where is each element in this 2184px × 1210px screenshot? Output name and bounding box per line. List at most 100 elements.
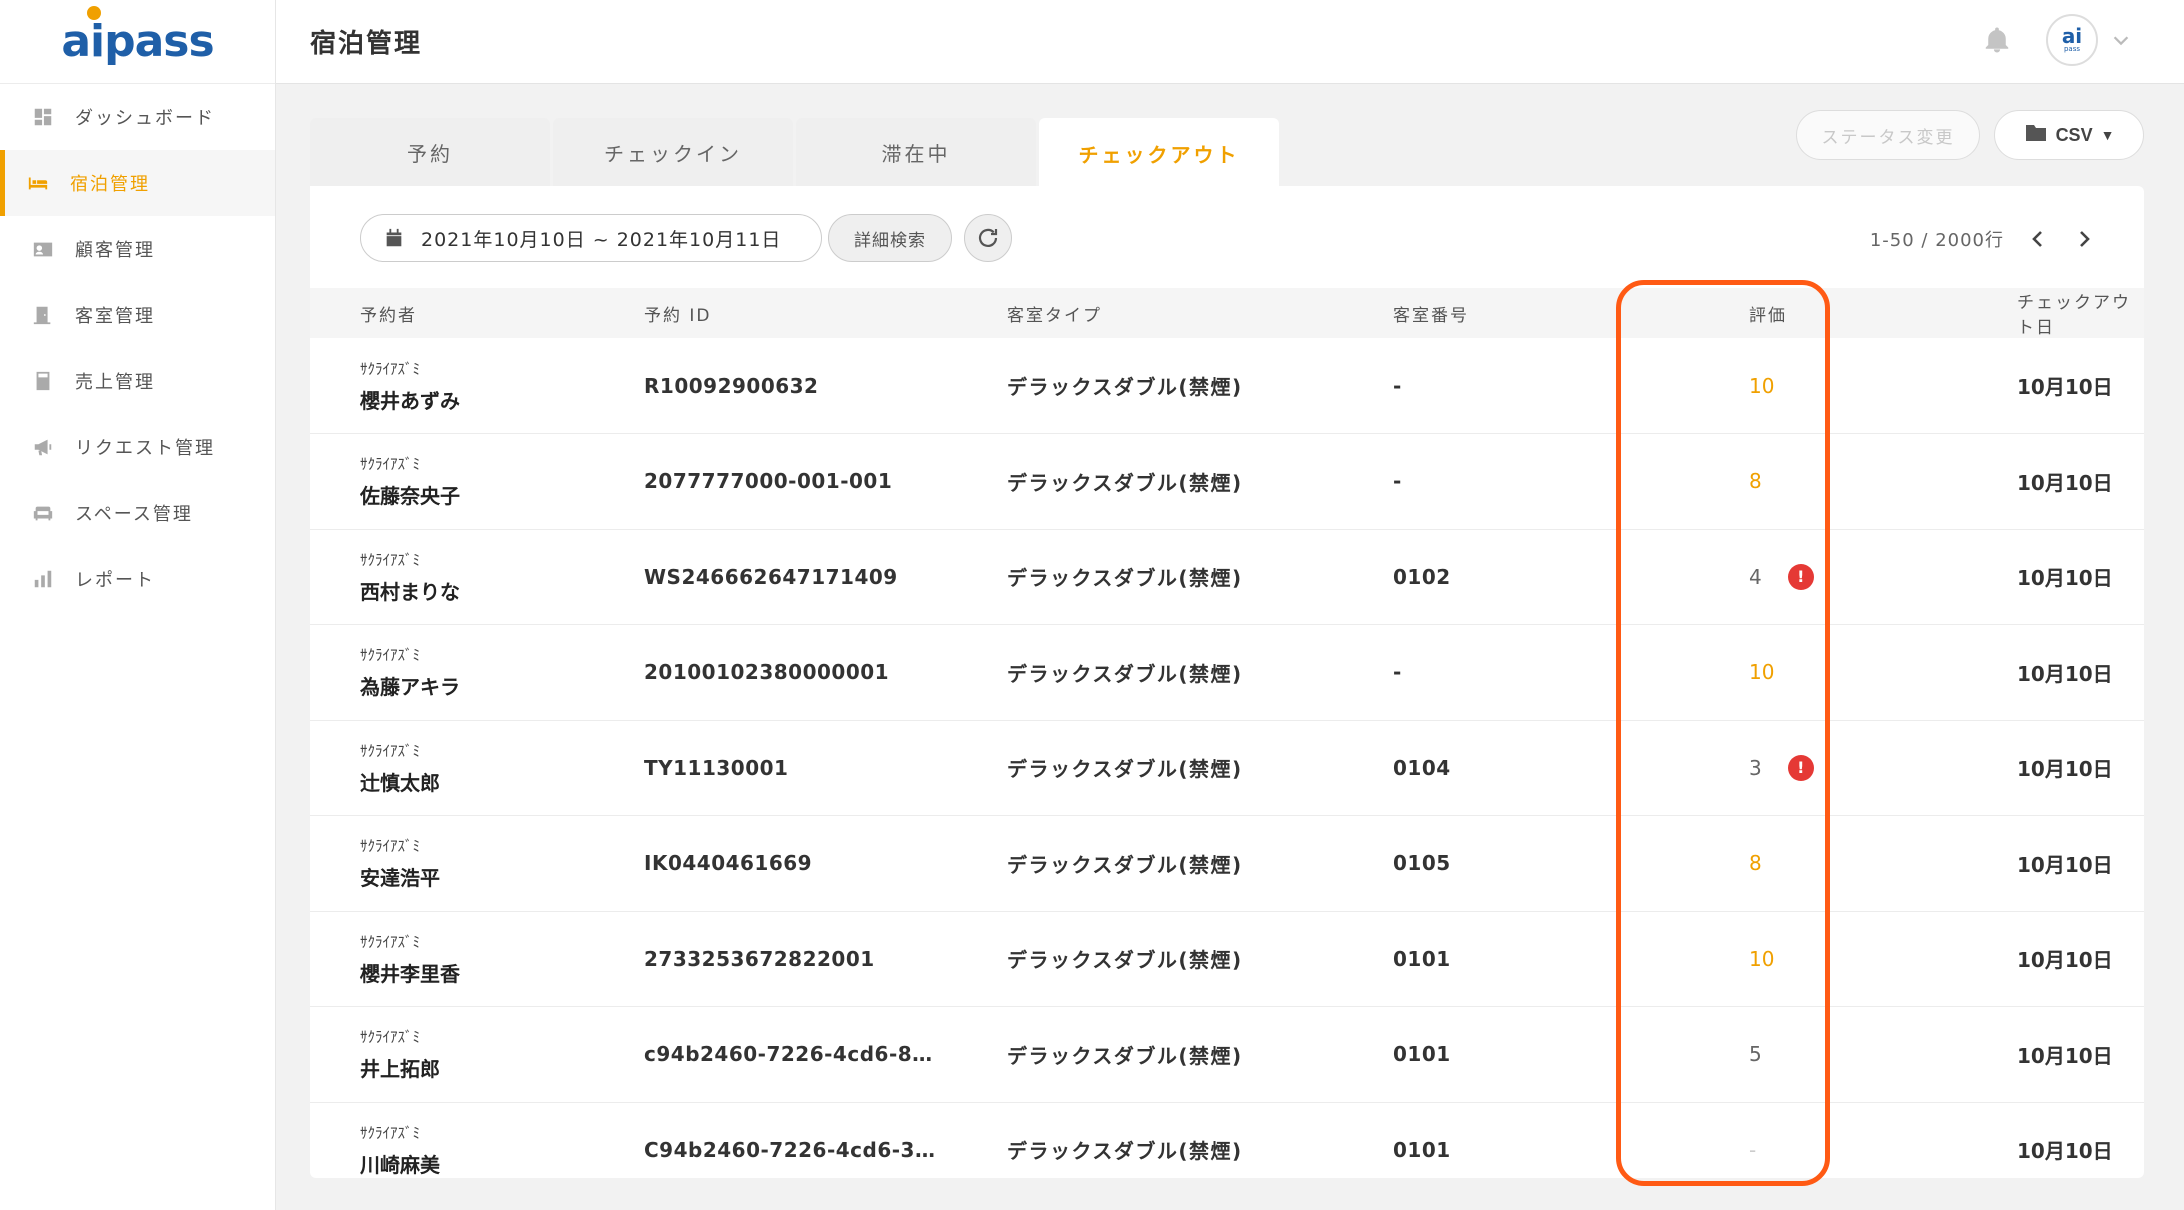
rating-value: 8 [1749,469,1762,494]
column-header-rating[interactable]: 評価 [1663,288,1933,338]
sidebar-item-label: 客室管理 [75,306,155,327]
room-number-cell: 0101 [1393,946,1451,971]
room-type-cell: デラックスダブル(禁煙) [1007,661,1243,686]
rating-cell: 4! [1663,529,1933,625]
pager-text: 1-50 / 2000行 [1869,230,2004,251]
sidebar: aipass ダッシュボード宿泊管理顧客管理客室管理売上管理 リクエスト管理 スペー… [0,0,276,1210]
room-type-cell: デラックスダブル(禁煙) [1007,757,1243,782]
tab-2[interactable]: 滞在中 [796,118,1036,186]
detail-search-button[interactable]: 詳細検索 [828,214,952,262]
guest-kana: ｻｸﾗｲｱｽﾞﾐ [360,932,421,951]
column-header-room-number[interactable]: 客室番号 [1393,288,1663,338]
checkout-date-cell: 10月10日 [2017,470,2113,495]
top-header: 宿泊管理 ai pass [276,0,2184,84]
column-header-guest[interactable]: 予約者 [310,288,644,338]
page-title: 宿泊管理 [310,29,423,59]
customer-card-icon [31,238,55,260]
table-row[interactable]: ｻｸﾗｲｱｽﾞﾐ 川崎麻美 C94b2460-7226-4cd6-3… デラックスダブ… [310,1102,2144,1178]
table-header-row: 予約者 予約 ID 客室タイプ 客室番号 評価 チェックアウト日 [310,288,2144,338]
column-header-checkout-date[interactable]: チェックアウト日 [1933,288,2144,338]
sidebar-item-3[interactable]: 客室管理 [0,282,275,348]
column-header-reservation-id[interactable]: 予約 ID [644,288,1007,338]
rating-cell: 8 [1663,816,1933,912]
guest-kana: ｻｸﾗｲｱｽﾞﾐ [360,837,421,856]
door-icon [31,304,55,326]
tab-3[interactable]: チェックアウト [1039,118,1279,188]
guest-kana: ｻｸﾗｲｱｽﾞﾐ [360,646,421,665]
reservation-id-cell: TY11130001 [644,755,789,780]
tab-1[interactable]: チェックイン [553,118,793,186]
bar-chart-icon [31,568,55,590]
avatar[interactable]: ai pass [2046,14,2098,66]
checkout-date-cell: 10月10日 [2017,757,2113,782]
sidebar-item-label: レポート [75,570,155,591]
reservation-id-cell: C94b2460-7226-4cd6-3… [644,1137,936,1162]
table-row[interactable]: ｻｸﾗｲｱｽﾞﾐ 佐藤奈央子 2077777000-001-001 デラックスダブル(… [310,434,2144,530]
rating-cell: 10 [1663,911,1933,1007]
table-row[interactable]: ｻｸﾗｲｱｽﾞﾐ 安達浩平 IK0440461669 デラックスダブル(禁煙) 0105… [310,816,2144,912]
sidebar-item-4[interactable]: 売上管理 [0,348,275,414]
room-number-cell: 0101 [1393,1137,1451,1162]
folder-icon [2024,123,2048,148]
chevron-left-icon[interactable] [2026,227,2050,251]
sidebar-item-5[interactable]: リクエスト管理 [0,414,275,480]
chevron-down-icon[interactable] [2110,29,2132,51]
rating-value: 4! [1749,563,1814,590]
table-row[interactable]: ｻｸﾗｲｱｽﾞﾐ 櫻井あずみ R10092900632 デラックスダブル(禁煙) - 10… [310,338,2144,434]
room-number-cell: - [1393,660,1402,685]
table-row[interactable]: ｻｸﾗｲｱｽﾞﾐ 辻慎太郎 TY11130001 デラックスダブル(禁煙) 0104 3!… [310,720,2144,816]
guest-name: 佐藤奈央子 [360,484,460,509]
room-number-cell: 0101 [1393,1042,1451,1067]
tab-0[interactable]: 予約 [310,118,550,186]
guest-name: 川崎麻美 [360,1152,440,1177]
room-number-cell: 0104 [1393,755,1451,780]
rating-cell: - [1663,1102,1933,1178]
logo[interactable]: aipass [0,0,275,84]
reservation-id-cell: IK0440461669 [644,851,813,876]
sidebar-nav: ダッシュボード宿泊管理顧客管理客室管理売上管理 リクエスト管理 スペース管理レポート [0,84,275,612]
rating-cell: 10 [1663,338,1933,434]
calendar-icon [383,227,405,249]
date-range-button[interactable]: 2021年10月10日 ~ 2021年10月11日 [360,214,822,262]
sidebar-item-label: 宿泊管理 [70,174,150,195]
avatar-text: ai [2061,24,2083,48]
guest-name: 櫻井李里香 [360,961,460,986]
sidebar-item-label: ダッシュボード [75,108,215,129]
rating-value: 5 [1749,1042,1762,1067]
checkout-date-cell: 10月10日 [2017,375,2113,399]
guest-kana: ｻｸﾗｲｱｽﾞﾐ [360,1028,421,1047]
sofa-icon [31,502,55,524]
reservation-table: 予約者 予約 ID 客室タイプ 客室番号 評価 チェックアウト日 ｻｸﾗｲｱｽﾞ… [310,288,2144,1178]
sidebar-item-2[interactable]: 顧客管理 [0,216,275,282]
chevron-right-icon[interactable] [2072,227,2096,251]
refresh-button[interactable] [964,214,1012,262]
status-change-button[interactable]: ステータス変更 [1796,110,1980,160]
guest-name: 櫻井あずみ [360,388,460,413]
csv-button[interactable]: CSV ▼ [1994,110,2144,160]
refresh-icon [978,228,998,247]
guest-cell: ｻｸﾗｲｱｽﾞﾐ 佐藤奈央子 [310,434,644,530]
pagination: 1-50 / 2000行 [1870,226,2096,252]
guest-name: 辻慎太郎 [360,770,440,795]
guest-cell: ｻｸﾗｲｱｽﾞﾐ 川崎麻美 [310,1102,644,1178]
status-tabs: 予約 チェックイン 滞在中 チェックアウト [310,118,1282,188]
dashboard-icon [31,106,55,128]
csv-label: CSV [2055,124,2093,145]
guest-kana: ｻｸﾗｲｱｽﾞﾐ [360,1123,421,1142]
sidebar-item-6[interactable]: スペース管理 [0,480,275,546]
rating-value: 10 [1749,373,1775,398]
column-header-room-type[interactable]: 客室タイプ [1007,288,1393,338]
table-row[interactable]: ｻｸﾗｲｱｽﾞﾐ 井上拓郎 c94b2460-7226-4cd6-8… デラックスダブ… [310,1007,2144,1102]
checkout-date-cell: 10月10日 [2017,948,2113,973]
table-row[interactable]: ｻｸﾗｲｱｽﾞﾐ 為藤アキラ 20100102380000001 デラックスダブル(禁… [310,625,2144,720]
table-row[interactable]: ｻｸﾗｲｱｽﾞﾐ 櫻井李里香 2733253672822001 デラックスダブル(禁煙… [310,911,2144,1007]
table-row[interactable]: ｻｸﾗｲｱｽﾞﾐ 西村まりな WS246662647171409 デラックスダブル(禁… [310,529,2144,625]
sidebar-item-0[interactable]: ダッシュボード [0,84,275,150]
sidebar-item-1[interactable]: 宿泊管理 [0,150,275,216]
bed-icon [26,172,50,194]
bell-icon[interactable] [1982,25,2012,55]
rating-cell: 3! [1663,720,1933,816]
sidebar-item-7[interactable]: レポート [0,546,275,612]
room-number-cell: - [1393,469,1402,494]
room-type-cell: デラックスダブル(禁煙) [1007,375,1243,399]
